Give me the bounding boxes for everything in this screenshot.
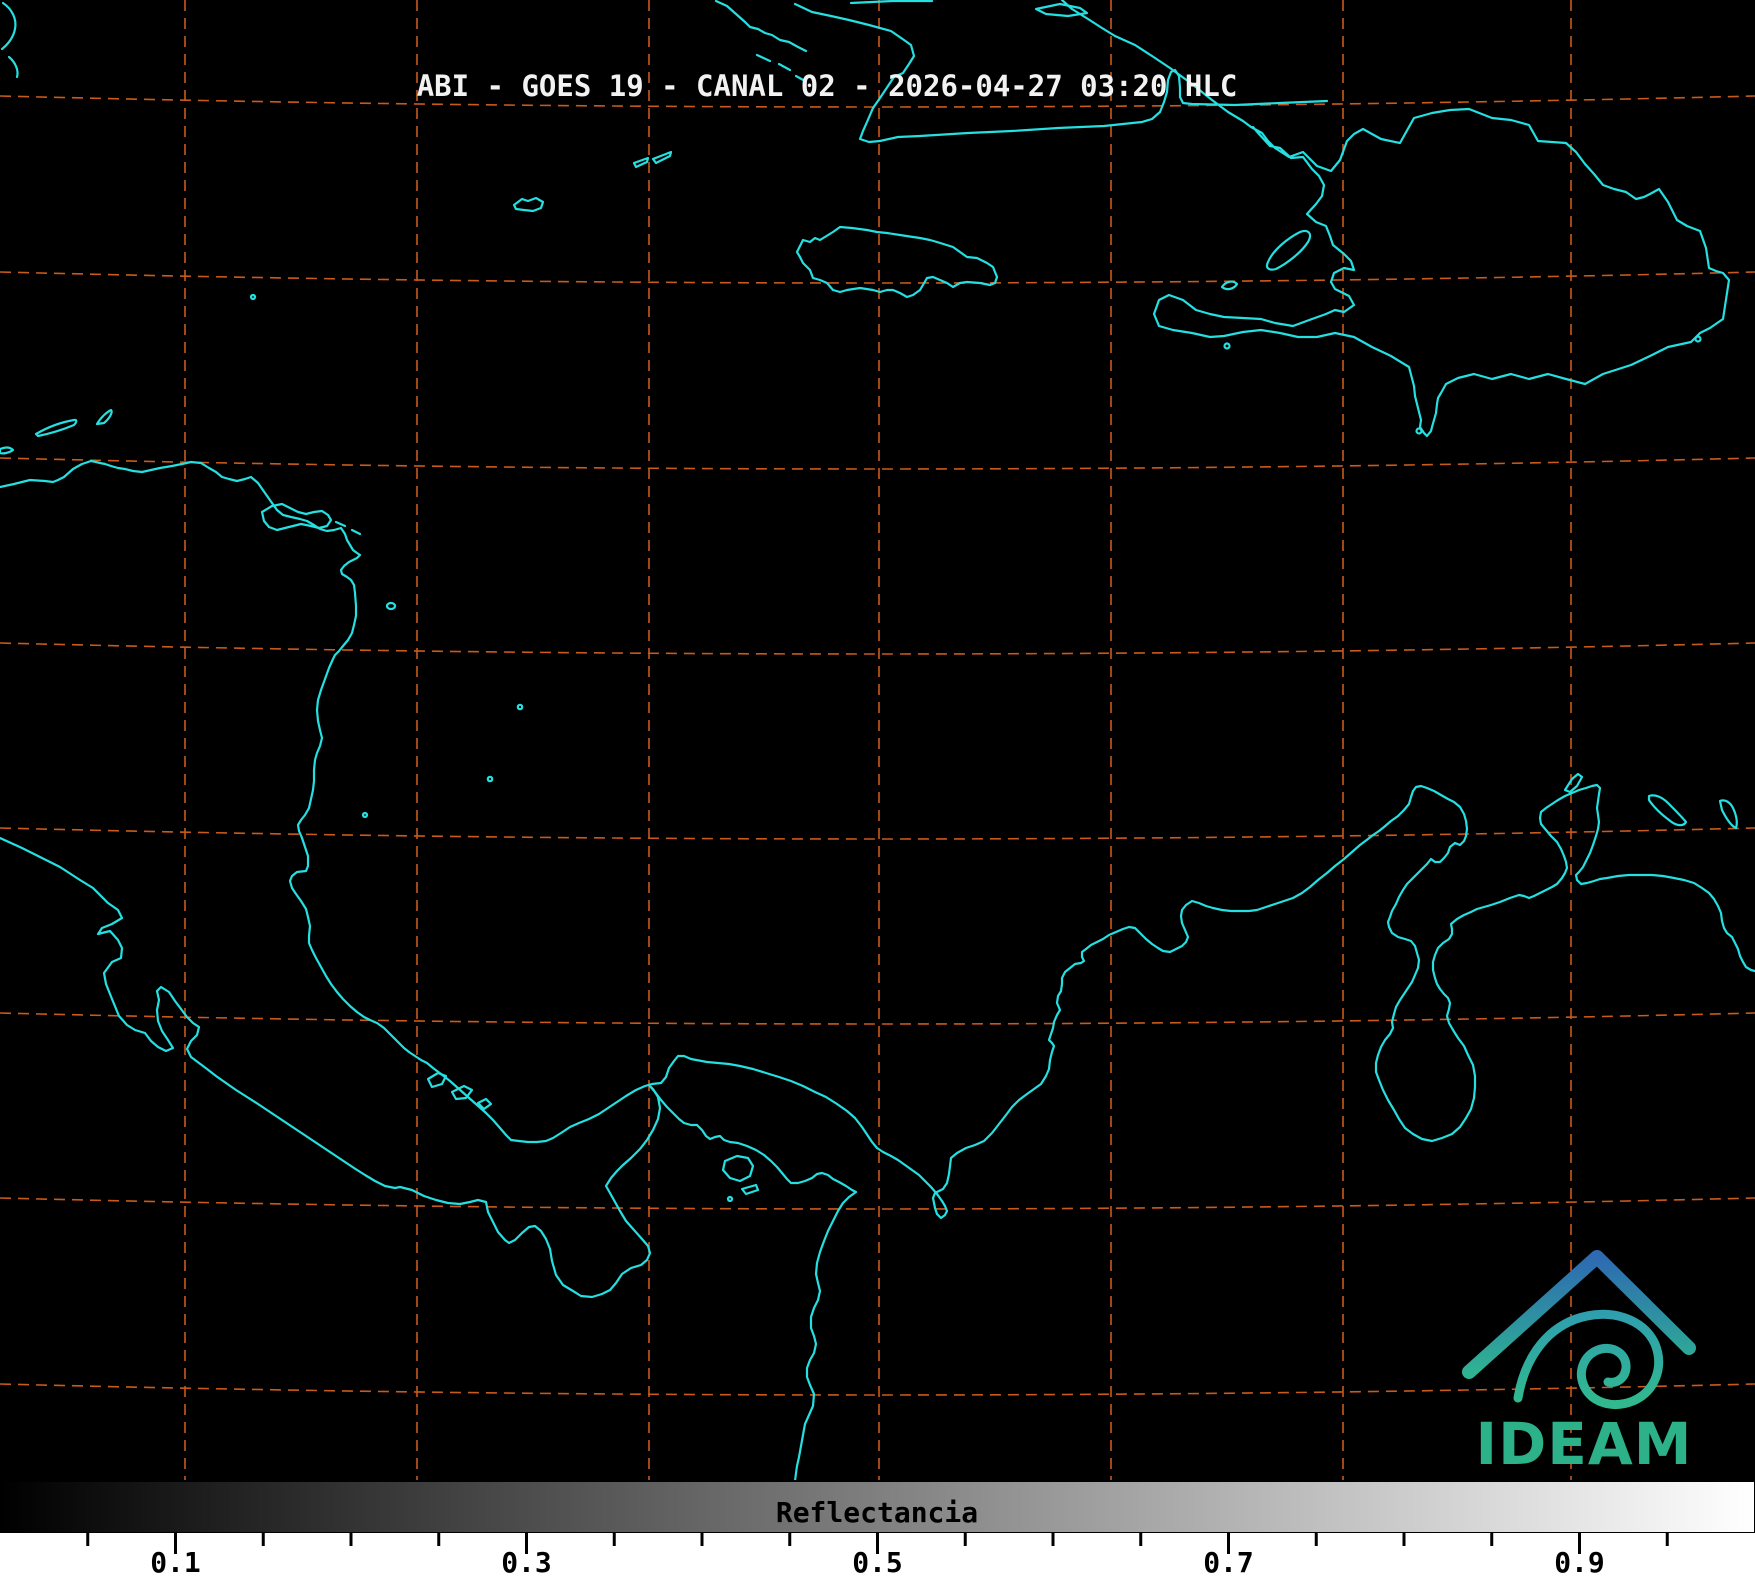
colorbar-tick-label-0.9: 0.9: [1554, 1546, 1605, 1577]
colorbar-label: Reflectancia: [776, 1496, 978, 1529]
colorbar-tick-label-0.3: 0.3: [501, 1546, 552, 1577]
goes-satellite-image: ABI - GOES 19 - CANAL 02 - 2026-04-27 03…: [0, 0, 1755, 1577]
map-background: [0, 0, 1755, 1481]
ideam-logo-text: IDEAM: [1476, 1410, 1693, 1478]
image-title: ABI - GOES 19 - CANAL 02 - 2026-04-27 03…: [417, 69, 1238, 103]
colorbar-tick-label-0.1: 0.1: [150, 1546, 201, 1577]
colorbar: Reflectancia 0.1 0.3 0.5 0.7 0.9: [0, 1480, 1755, 1577]
colorbar-tick-label-0.7: 0.7: [1203, 1546, 1254, 1577]
colorbar-tick-label-0.5: 0.5: [852, 1546, 903, 1577]
